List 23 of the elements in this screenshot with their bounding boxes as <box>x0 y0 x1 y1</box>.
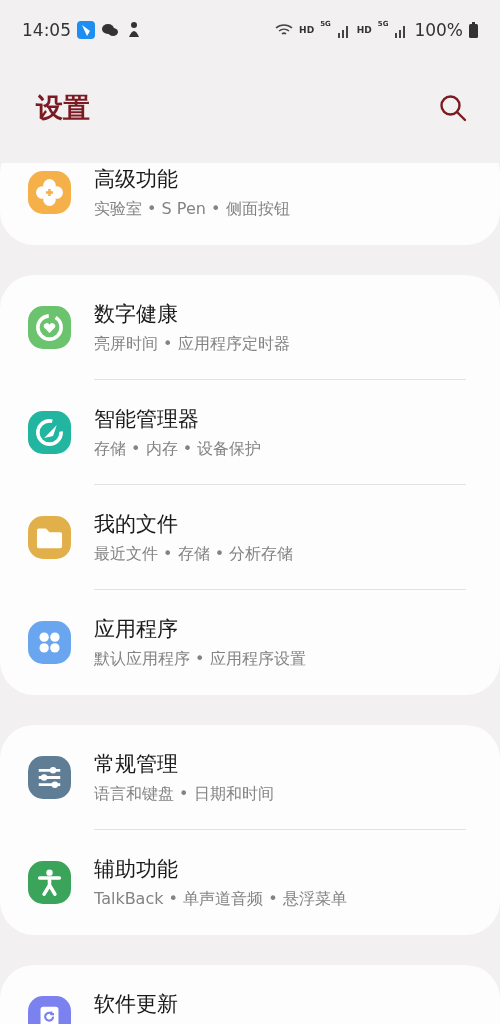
setting-subtitle: 语言和键盘 • 日期和时间 <box>94 784 275 805</box>
setting-title[interactable]: 常规管理 <box>94 750 466 778</box>
setting-subtitle: 存储 • 内存 • 设备保护 <box>94 439 263 460</box>
chat-bubbles-icon <box>101 21 119 39</box>
hd-label: HD <box>356 25 372 35</box>
setting-title[interactable]: 高级功能 <box>94 165 466 193</box>
setting-subtitle: 实验室 • S Pen • 侧面按钮 <box>94 199 291 220</box>
setting-title[interactable]: 辅助功能 <box>94 855 466 883</box>
setting-title[interactable]: 数字健康 <box>94 300 466 328</box>
hd-label: HD <box>299 25 315 35</box>
battery-percent: 100% <box>414 20 463 40</box>
page-title: 设置 <box>36 90 90 125</box>
search-button[interactable] <box>438 92 468 123</box>
battery-icon <box>469 22 478 38</box>
setting-title[interactable]: 我的文件 <box>94 510 466 538</box>
setting-title[interactable]: 应用程序 <box>94 615 466 643</box>
setting-subtitle: 亮屏时间 • 应用程序定时器 <box>94 334 291 355</box>
setting-title[interactable]: 软件更新 <box>94 990 466 1018</box>
setting-subtitle: TalkBack • 单声道音频 • 悬浮菜单 <box>94 889 348 910</box>
setting-subtitle: 最近文件 • 存储 • 分析存储 <box>94 544 295 565</box>
status-time: 14:05 <box>22 20 71 40</box>
setting-subtitle: 默认应用程序 • 应用程序设置 <box>94 649 307 670</box>
setting-title[interactable]: 智能管理器 <box>94 405 466 433</box>
